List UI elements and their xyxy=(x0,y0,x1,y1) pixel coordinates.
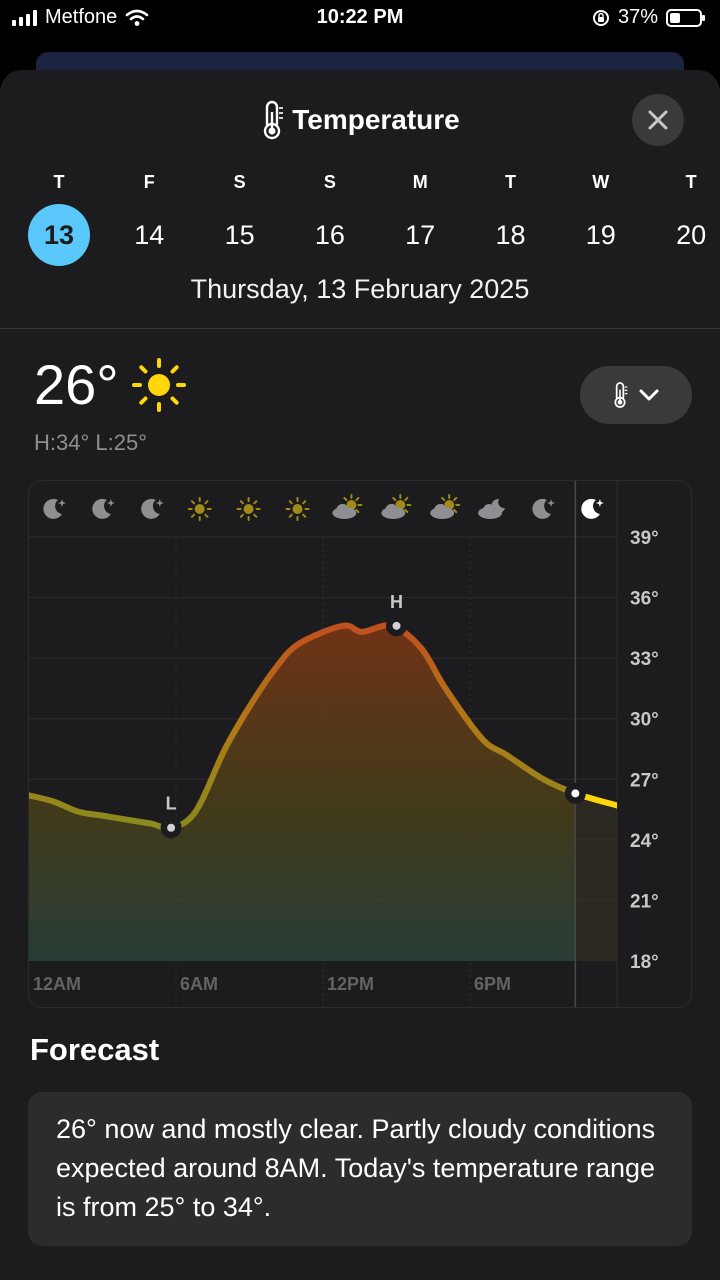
moon-icon xyxy=(141,498,164,519)
low-marker xyxy=(167,823,176,832)
y-tick-label: 33° xyxy=(630,649,659,670)
y-tick-label: 18° xyxy=(630,952,659,973)
day-item[interactable]: S 15 xyxy=(195,170,285,266)
temperature-area-past xyxy=(29,625,576,961)
chart-svg: 39° 36° 33° 30° 27° 24° 21° 18° L H 12AM 6AM 12PM 6PM xyxy=(29,481,659,1007)
rotation-lock-icon xyxy=(592,9,609,26)
moon-icon xyxy=(43,498,66,519)
day-number: 20 xyxy=(676,220,707,250)
day-number: 16 xyxy=(314,220,345,250)
divider xyxy=(0,328,720,329)
day-letter: S xyxy=(323,172,336,192)
cloudy-night-icon xyxy=(478,498,506,519)
y-tick-label: 24° xyxy=(630,831,659,852)
day-item[interactable]: M 17 xyxy=(375,170,465,266)
moon-icon xyxy=(581,498,604,519)
forecast-card: 26° now and mostly clear. Partly cloudy … xyxy=(28,1092,692,1246)
y-tick-label: 30° xyxy=(630,710,659,731)
day-letter: M xyxy=(412,172,428,192)
now-marker xyxy=(571,789,580,798)
day-number: 15 xyxy=(224,220,255,250)
status-bar: Metfone 10:22 PM 37% xyxy=(0,0,720,40)
day-item[interactable]: T 18 xyxy=(466,170,556,266)
partly-cloudy-icon xyxy=(381,494,412,519)
sun-icon xyxy=(131,357,186,412)
moon-icon xyxy=(92,498,115,519)
forecast-heading: Forecast xyxy=(30,1032,160,1067)
sun-icon xyxy=(285,497,310,521)
day-letter: T xyxy=(53,172,65,192)
day-number: 17 xyxy=(405,220,436,250)
day-number: 13 xyxy=(28,204,90,266)
day-letter: W xyxy=(592,172,610,192)
metric-picker-button[interactable] xyxy=(580,366,692,424)
high-marker xyxy=(392,621,401,630)
day-item[interactable]: T 20 xyxy=(646,170,720,266)
day-letter: F xyxy=(143,172,155,192)
current-conditions: 26° xyxy=(34,352,187,417)
day-number: 19 xyxy=(585,220,616,250)
x-tick-label: 6AM xyxy=(180,974,218,994)
day-number: 18 xyxy=(495,220,526,250)
day-item[interactable]: T 13 xyxy=(14,170,104,266)
day-letter: T xyxy=(685,172,697,192)
sun-icon xyxy=(187,497,212,521)
y-tick-label: 39° xyxy=(630,528,659,549)
day-number: 14 xyxy=(134,220,165,250)
thermometer-icon xyxy=(264,100,284,140)
partly-cloudy-icon xyxy=(332,494,363,519)
forecast-text: 26° now and mostly clear. Partly cloudy … xyxy=(56,1114,656,1222)
title-text: Temperature xyxy=(292,104,460,135)
day-picker: T 13 F 14 S 15 S 16 M 17 T 18 W 19 T 20 xyxy=(14,170,720,270)
chevron-down-icon xyxy=(639,389,659,401)
day-letter: S xyxy=(233,172,246,192)
close-icon xyxy=(648,110,668,130)
temperature-chart[interactable]: 39° 36° 33° 30° 27° 24° 21° 18° L H 12AM 6AM 12PM 6PM xyxy=(28,480,692,1008)
battery-icon xyxy=(666,8,705,27)
thermometer-icon xyxy=(614,382,628,408)
day-letter: T xyxy=(505,172,516,192)
selected-date: Thursday, 13 February 2025 xyxy=(190,274,530,304)
y-tick-label: 21° xyxy=(630,891,659,912)
x-tick-label: 6PM xyxy=(474,974,511,994)
battery-percent: 37% xyxy=(617,6,658,28)
high-low: H:34° L:25° xyxy=(34,430,147,455)
day-item[interactable]: F 14 xyxy=(104,170,194,266)
x-tick-label: 12PM xyxy=(327,974,374,994)
sheet-title: Temperature xyxy=(0,100,720,140)
close-button[interactable] xyxy=(632,94,684,146)
x-tick-label: 12AM xyxy=(33,974,81,994)
moon-icon xyxy=(532,498,555,519)
current-temp: 26° xyxy=(34,353,119,416)
status-right: 37% xyxy=(592,6,705,29)
low-label: L xyxy=(166,794,177,814)
partly-cloudy-icon xyxy=(430,494,461,519)
day-item[interactable]: W 19 xyxy=(556,170,646,266)
y-tick-label: 27° xyxy=(630,770,659,791)
high-label: H xyxy=(390,592,403,612)
y-tick-label: 36° xyxy=(630,589,659,610)
day-item[interactable]: S 16 xyxy=(285,170,375,266)
temperature-sheet: Temperature T 13 F 14 S 15 S 16 M 17 T 18 W 19 T 20 Thu… xyxy=(0,70,720,1280)
sun-icon xyxy=(236,497,261,521)
